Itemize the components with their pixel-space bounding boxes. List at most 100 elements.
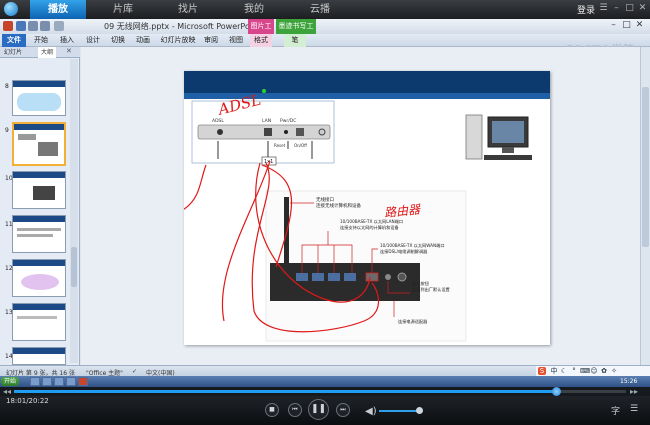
pause-button[interactable]: ❚❚	[308, 399, 329, 420]
stop-button[interactable]: ■	[265, 403, 279, 417]
ppt-title-bar: 09 无线网络.pptx - Microsoft PowerPoint 图片工具…	[0, 19, 650, 45]
ime-tools-icon[interactable]: ✧	[610, 367, 618, 375]
ppt-status-bar: 幻灯片 第 9 张，共 16 张 "Office 主题" ✓ 中文(中国) S …	[0, 365, 650, 377]
rewind-icon[interactable]: ◂◂	[3, 387, 11, 396]
panel-close-icon[interactable]: ✕	[66, 47, 72, 55]
progress-knob[interactable]	[551, 387, 561, 396]
slide-thumb-13[interactable]	[12, 303, 66, 341]
volume-knob[interactable]	[415, 407, 423, 414]
tab-transitions[interactable]: 切换	[107, 34, 129, 47]
minimize-icon[interactable]: –	[611, 3, 622, 14]
slide-thumb-8[interactable]	[12, 80, 66, 116]
lan-callout-2: 连接支持以太网的计算机和设备	[340, 224, 399, 231]
volume-slider[interactable]	[379, 407, 423, 414]
tab-slides[interactable]: 幻灯片	[4, 47, 22, 58]
panel-tabs: 幻灯片 大纲 ✕	[0, 47, 80, 58]
tab-mine[interactable]: 我的	[226, 0, 282, 19]
ink-stroke	[184, 164, 207, 210]
slide-editing-area: ADSL LAN Pwr/DC Reset On/Off 1x1 无线接口 连接…	[81, 47, 650, 365]
fast-forward-icon[interactable]: ▸▸	[630, 387, 638, 396]
tab-format[interactable]: 格式	[250, 34, 272, 47]
taskbar-app-icon[interactable]	[42, 377, 52, 386]
router-device	[270, 263, 420, 301]
ime-chinese-icon[interactable]: 中	[550, 367, 558, 375]
panel-scroll-thumb[interactable]	[71, 247, 77, 287]
time-display: 18:01/20:22	[6, 397, 49, 405]
save-icon[interactable]	[16, 21, 26, 31]
tab-view[interactable]: 视图	[225, 34, 247, 47]
slide-thumb-9[interactable]	[12, 122, 66, 166]
ribbon-tab-strip: 文件 开始 插入 设计 切换 动画 幻灯片放映 审阅 视图 格式 笔	[0, 34, 650, 47]
progress-track[interactable]	[14, 387, 626, 396]
tab-insert[interactable]: 插入	[56, 34, 78, 47]
current-slide[interactable]: ADSL LAN Pwr/DC Reset On/Off 1x1 无线接口 连接…	[184, 71, 550, 345]
computer-tower	[465, 114, 483, 160]
adsl-port-label: ADSL	[212, 118, 224, 124]
slide-thumb-10[interactable]	[12, 171, 66, 209]
tab-outline[interactable]: 大纲	[38, 47, 57, 58]
tab-cloud[interactable]: 云播	[292, 0, 348, 19]
tab-design[interactable]: 设计	[82, 34, 104, 47]
quick-access-icon[interactable]	[54, 21, 64, 31]
playback-progress[interactable]: ◂◂ ▸▸	[0, 387, 650, 396]
slide-number: 9	[5, 127, 9, 134]
ppt-close-icon[interactable]: ✕	[634, 20, 645, 31]
redo-icon[interactable]	[40, 21, 50, 31]
ime-skin-icon[interactable]: ✿	[600, 367, 608, 375]
tab-slideshow[interactable]: 幻灯片放映	[160, 34, 196, 47]
reset-callout-2: 恢复到出厂默认设置	[412, 286, 450, 293]
taskbar-app-icon[interactable]	[30, 377, 40, 386]
system-clock: 15:26	[620, 378, 638, 385]
time-total: 20:22	[28, 397, 49, 405]
ink-stroke	[221, 160, 271, 322]
spellcheck-icon[interactable]: ✓	[132, 368, 137, 375]
tab-file[interactable]: 文件	[2, 34, 26, 47]
slide-vertical-scrollbar[interactable]	[640, 47, 650, 365]
ime-moon-icon[interactable]: ☾	[560, 367, 568, 375]
slide-thumb-14[interactable]	[12, 347, 66, 365]
wan-callout-2: 连接DSL/电缆调制解调器	[380, 248, 428, 255]
reset-label: Reset	[274, 143, 286, 148]
ppt-minimize-icon[interactable]: –	[608, 20, 619, 31]
player-logo-icon[interactable]	[4, 2, 18, 16]
ime-user-icon[interactable]: ☺	[590, 367, 598, 375]
ime-punct-icon[interactable]: °	[570, 367, 578, 375]
wan-callout-1: 10/100BASE-TX 以太网WAN端口	[380, 242, 445, 249]
tab-library[interactable]: 片库	[95, 0, 151, 19]
ppt-app-icon[interactable]	[3, 21, 13, 31]
slide-number: 8	[5, 83, 9, 90]
subtitle-icon[interactable]: 字	[611, 404, 620, 417]
volume-icon[interactable]: ◀)	[365, 406, 377, 417]
antenna-label-1: 无线接口	[316, 196, 334, 203]
maximize-icon[interactable]: □	[624, 3, 635, 14]
tab-review[interactable]: 审阅	[200, 34, 222, 47]
rotate-handle-icon	[262, 89, 266, 93]
slide-canvas: ADSL LAN Pwr/DC Reset On/Off 1x1 无线接口 连接…	[184, 71, 550, 342]
tab-find[interactable]: 找片	[160, 0, 216, 19]
player-control-bar: 18:01/20:22 ■ ⏮ ❚❚ ⏭ ◀) 字 ☰	[0, 396, 650, 425]
slide-scroll-thumb[interactable]	[642, 87, 649, 247]
menu-icon[interactable]: ☰	[598, 3, 609, 14]
close-icon[interactable]: ✕	[637, 3, 648, 14]
panel-scrollbar[interactable]	[70, 59, 78, 363]
time-current: 18:01	[6, 397, 27, 405]
sogou-ime-icon[interactable]: S	[538, 367, 546, 375]
tab-home[interactable]: 开始	[30, 34, 52, 47]
undo-icon[interactable]	[28, 21, 38, 31]
tab-animations[interactable]: 动画	[132, 34, 154, 47]
playlist-icon[interactable]: ☰	[630, 404, 638, 414]
taskbar-app-icon[interactable]	[66, 377, 76, 386]
taskbar-powerpoint-icon[interactable]	[78, 377, 88, 386]
login-link[interactable]: 登录	[577, 3, 595, 16]
tab-pen[interactable]: 笔	[284, 34, 306, 47]
slide-thumb-11[interactable]	[12, 215, 66, 253]
picture-tools-label: 图片工具	[248, 19, 274, 45]
ppt-maximize-icon[interactable]: □	[621, 20, 632, 31]
tab-play[interactable]: 播放	[30, 0, 86, 19]
previous-button[interactable]: ⏮	[288, 403, 302, 417]
taskbar-app-icon[interactable]	[54, 377, 64, 386]
next-button[interactable]: ⏭	[336, 403, 350, 417]
ime-keyboard-icon[interactable]: ⌨	[580, 367, 590, 375]
slide-thumb-12[interactable]	[12, 259, 66, 297]
start-button[interactable]: 开始	[1, 377, 20, 386]
